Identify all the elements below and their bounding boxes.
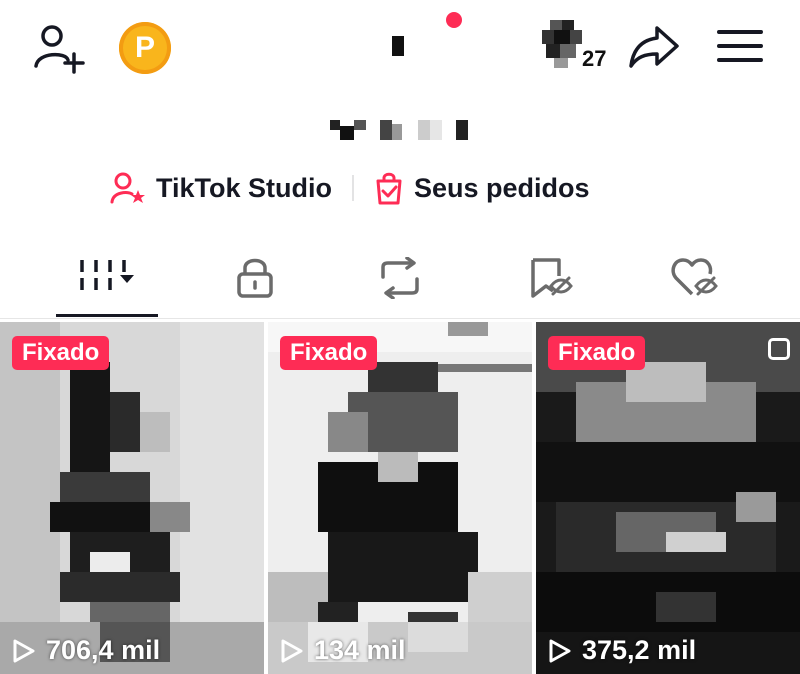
links-divider [352, 175, 355, 201]
view-count-text: 375,2 mil [582, 635, 697, 665]
share-button[interactable] [626, 22, 682, 72]
username-pixel-art [330, 120, 468, 140]
video-tile-3[interactable]: Fixado 375,2 mil [536, 322, 800, 674]
avatar[interactable]: 27 [542, 20, 606, 72]
grid-icon [80, 260, 134, 290]
tiktok-studio-label: TikTok Studio [156, 172, 333, 203]
active-tab-indicator [56, 314, 158, 317]
avatar-pixel-icon [542, 20, 582, 68]
heart-hidden-icon [671, 258, 718, 296]
coins-button[interactable]: P [118, 21, 172, 75]
multi-photo-icon [768, 338, 790, 360]
view-count-text: 134 mil [314, 635, 406, 665]
add-friend-button[interactable] [30, 20, 86, 76]
lock-icon [237, 258, 273, 298]
play-icon [13, 639, 35, 662]
video-thumbnail [536, 322, 800, 674]
tab-liked[interactable] [630, 248, 760, 308]
username-redacted [330, 120, 470, 142]
tab-private[interactable] [190, 248, 320, 308]
pinned-badge: Fixado [280, 336, 378, 370]
creator-star-icon [110, 172, 145, 204]
play-icon [549, 639, 571, 662]
view-count-text: 706,4 mil [46, 635, 161, 665]
view-count: 375,2 mil [548, 635, 696, 666]
video-thumbnail [268, 322, 532, 674]
video-tile-1[interactable]: Fixado 706,4 mil [0, 322, 264, 674]
repost-icon [381, 257, 419, 299]
bookmark-hidden-icon [531, 258, 573, 298]
pinned-badge: Fixado [12, 336, 110, 370]
share-icon [629, 26, 679, 68]
view-count: 706,4 mil [12, 635, 160, 666]
username-redacted-block [392, 36, 404, 56]
coin-icon: P [119, 22, 171, 74]
orders-label: Seus pedidos [414, 172, 590, 203]
add-user-icon [34, 25, 85, 74]
orders-link[interactable]: Seus pedidos [374, 171, 590, 205]
view-count: 134 mil [280, 635, 406, 666]
avatar-badge: 27 [582, 46, 607, 71]
pinned-badge: Fixado [548, 336, 646, 370]
tab-favorites[interactable] [485, 248, 615, 308]
tabs-divider [0, 318, 800, 319]
hamburger-menu-icon [717, 30, 763, 62]
video-tile-2[interactable]: Fixado 134 mil [268, 322, 532, 674]
play-icon [281, 639, 303, 662]
tab-reposts[interactable] [335, 248, 465, 308]
menu-button[interactable] [716, 24, 764, 68]
video-thumbnail [0, 322, 264, 674]
shopping-bag-icon [376, 172, 402, 205]
profile-links: TikTok Studio Seus pedidos [110, 168, 590, 208]
notification-dot [446, 12, 462, 28]
tiktok-studio-link[interactable]: TikTok Studio [110, 171, 332, 205]
tab-videos[interactable] [42, 248, 172, 308]
